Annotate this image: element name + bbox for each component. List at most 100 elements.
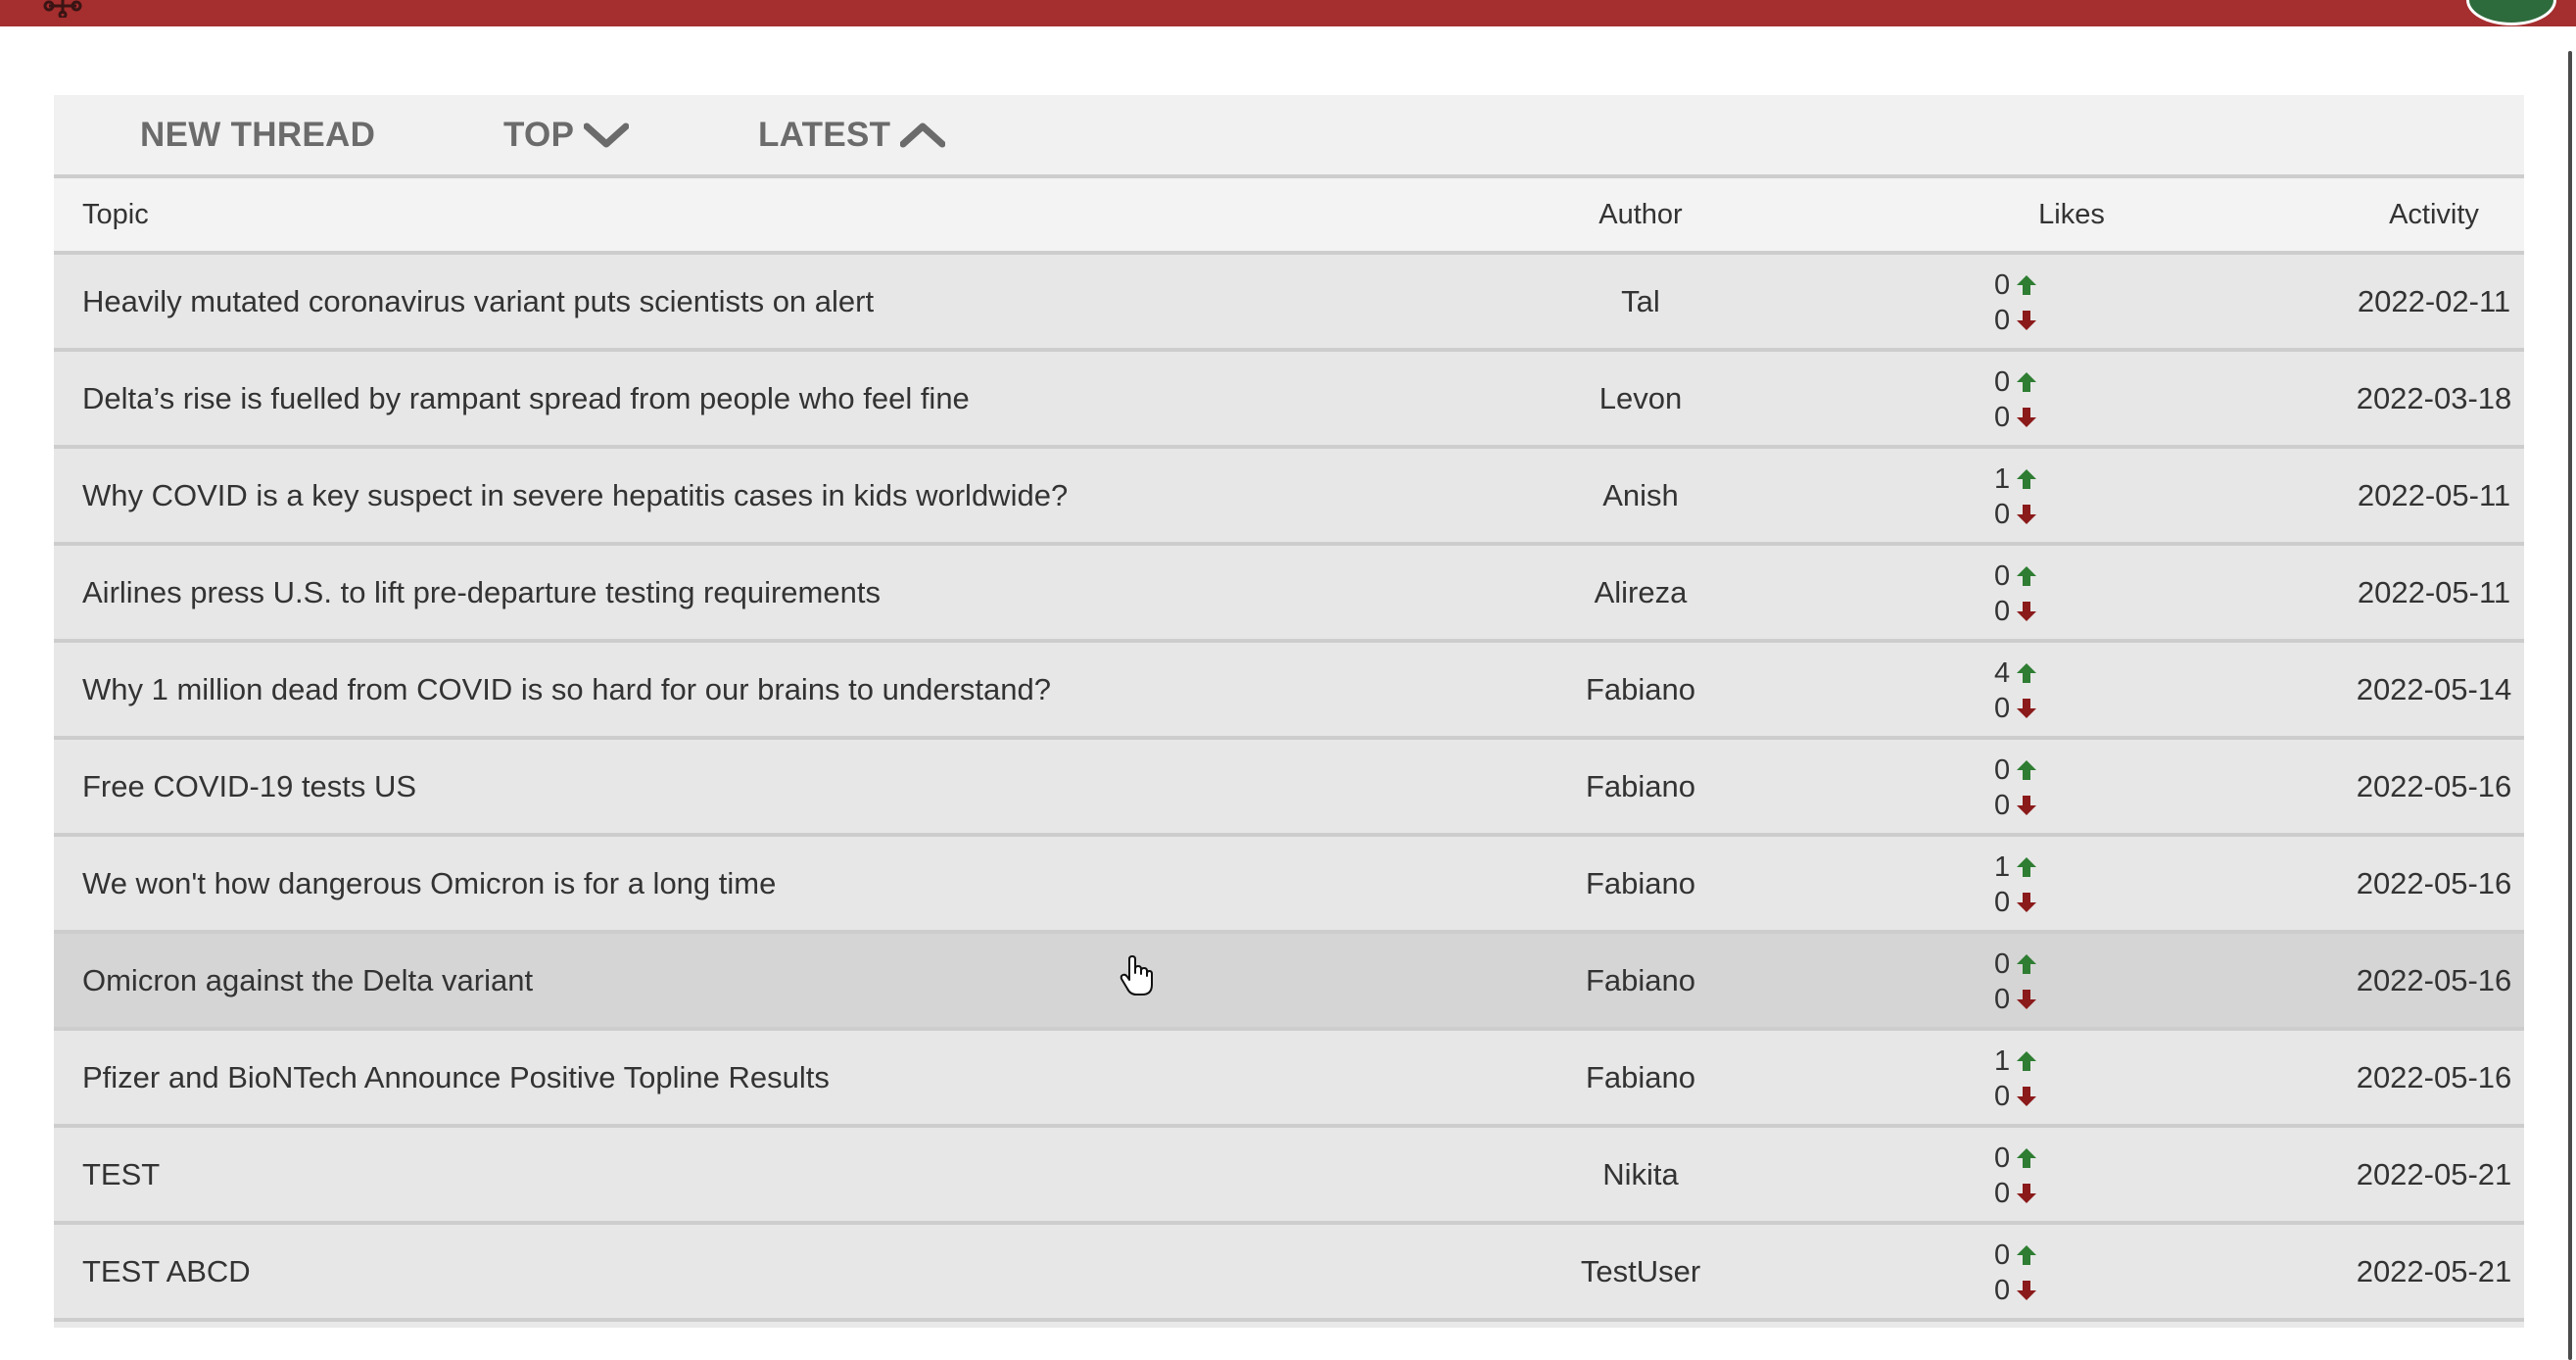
downvote-count: 0	[1994, 887, 2011, 918]
upvote-count: 0	[1994, 754, 2011, 786]
thread-list: Heavily mutated coronavirus variant puts…	[54, 255, 2524, 1322]
likes-votes: 00	[1994, 1141, 2053, 1211]
downvote-arrow-icon[interactable]	[2016, 989, 2037, 1010]
column-header-author[interactable]: Author	[1406, 178, 1876, 251]
downvote-arrow-icon[interactable]	[2016, 1086, 2037, 1107]
column-header-topic[interactable]: Topic	[82, 178, 149, 251]
topic-title[interactable]: Why 1 million dead from COVID is so hard…	[82, 643, 1051, 736]
downvote-count: 0	[1994, 1275, 2011, 1306]
table-row[interactable]: Airlines press U.S. to lift pre-departur…	[54, 546, 2524, 643]
downvote-count: 0	[1994, 693, 2011, 724]
downvote-arrow-icon[interactable]	[2016, 1183, 2037, 1204]
activity-date: 2022-05-11	[2357, 574, 2511, 609]
author-name: Tal	[1621, 283, 1660, 318]
author-name: Alireza	[1594, 574, 1688, 609]
topic-title[interactable]: Delta’s rise is fuelled by rampant sprea…	[82, 352, 970, 445]
latest-sort-label: LATEST	[758, 115, 891, 154]
top-sort-button[interactable]: TOP	[503, 95, 630, 174]
downvote-arrow-icon[interactable]	[2016, 310, 2037, 331]
table-row[interactable]: Pfizer and BioNTech Announce Positive To…	[54, 1031, 2524, 1128]
downvote-arrow-icon[interactable]	[2016, 601, 2037, 622]
activity-date: 2022-05-14	[2356, 671, 2512, 706]
author-name: Nikita	[1602, 1156, 1679, 1191]
downvote-arrow-icon[interactable]	[2016, 698, 2037, 719]
author-name: TestUser	[1580, 1253, 1701, 1288]
table-row[interactable]: Delta’s rise is fuelled by rampant sprea…	[54, 352, 2524, 449]
likes-votes: 00	[1994, 1238, 2053, 1308]
upvote-arrow-icon[interactable]	[2016, 1244, 2037, 1266]
activity-date: 2022-05-21	[2356, 1156, 2512, 1191]
table-row[interactable]: Why 1 million dead from COVID is so hard…	[54, 643, 2524, 740]
topic-title[interactable]: Heavily mutated coronavirus variant puts…	[82, 255, 874, 348]
table-row[interactable]: Why COVID is a key suspect in severe hep…	[54, 449, 2524, 546]
author-name: Anish	[1602, 477, 1679, 512]
likes-votes: 00	[1994, 364, 2053, 435]
activity-date: 2022-05-16	[2356, 1059, 2512, 1094]
table-row[interactable]: Free COVID-19 tests US Fabiano 0 0 2022-05-1…	[54, 740, 2524, 837]
user-avatar[interactable]	[2466, 0, 2556, 25]
topic-title[interactable]: Airlines press U.S. to lift pre-departur…	[82, 546, 881, 639]
upvote-arrow-icon[interactable]	[2016, 1147, 2037, 1169]
author-name: Fabiano	[1585, 671, 1696, 706]
author-name: Fabiano	[1585, 865, 1696, 900]
upvote-count: 0	[1994, 1142, 2011, 1174]
topic-title[interactable]: Omicron against the Delta variant	[82, 934, 533, 1027]
table-header: Topic Author Likes Activity	[54, 174, 2524, 255]
upvote-arrow-icon[interactable]	[2016, 759, 2037, 781]
activity-date: 2022-05-16	[2356, 962, 2512, 997]
activity-date: 2022-03-18	[2356, 380, 2512, 415]
upvote-count: 1	[1994, 463, 2011, 495]
upvote-arrow-icon[interactable]	[2016, 953, 2037, 975]
upvote-arrow-icon[interactable]	[2016, 662, 2037, 684]
downvote-count: 0	[1994, 402, 2011, 433]
upvote-arrow-icon[interactable]	[2016, 856, 2037, 878]
upvote-count: 1	[1994, 851, 2011, 883]
table-row[interactable]: Heavily mutated coronavirus variant puts…	[54, 255, 2524, 352]
downvote-count: 0	[1994, 596, 2011, 627]
upvote-arrow-icon[interactable]	[2016, 371, 2037, 393]
latest-sort-button[interactable]: LATEST	[758, 95, 946, 174]
topic-title[interactable]: Why COVID is a key suspect in severe hep…	[82, 449, 1068, 542]
upvote-arrow-icon[interactable]	[2016, 565, 2037, 587]
upvote-arrow-icon[interactable]	[2016, 468, 2037, 490]
virus-logo-icon[interactable]	[29, 0, 96, 18]
column-header-activity[interactable]: Activity	[2267, 178, 2576, 251]
topic-title[interactable]: We won't how dangerous Omicron is for a …	[82, 837, 776, 930]
downvote-count: 0	[1994, 305, 2011, 336]
downvote-count: 0	[1994, 790, 2011, 821]
top-navbar	[0, 0, 2576, 26]
likes-votes: 00	[1994, 947, 2053, 1017]
upvote-count: 4	[1994, 657, 2011, 689]
downvote-arrow-icon[interactable]	[2016, 795, 2037, 816]
activity-date: 2022-05-11	[2357, 477, 2511, 512]
table-row[interactable]: We won't how dangerous Omicron is for a …	[54, 837, 2524, 934]
likes-votes: 00	[1994, 753, 2053, 823]
new-thread-button[interactable]: NEW THREAD	[140, 95, 375, 174]
forum-thread-panel: NEW THREAD TOP LATEST Topic Author Likes…	[54, 95, 2524, 1328]
likes-votes: 10	[1994, 461, 2053, 532]
activity-date: 2022-02-11	[2357, 283, 2511, 318]
likes-votes: 40	[1994, 656, 2053, 726]
downvote-arrow-icon[interactable]	[2016, 1280, 2037, 1301]
activity-date: 2022-05-16	[2356, 768, 2512, 803]
table-row[interactable]: TEST Nikita 0 0 2022-05-21	[54, 1128, 2524, 1225]
table-row[interactable]: Omicron against the Delta variant Fabiano…	[54, 934, 2524, 1031]
upvote-arrow-icon[interactable]	[2016, 274, 2037, 296]
downvote-count: 0	[1994, 984, 2011, 1015]
author-name: Fabiano	[1585, 768, 1696, 803]
topic-title[interactable]: TEST	[82, 1128, 160, 1221]
activity-date: 2022-05-16	[2356, 865, 2512, 900]
downvote-arrow-icon[interactable]	[2016, 892, 2037, 913]
upvote-count: 0	[1994, 560, 2011, 592]
upvote-count: 0	[1994, 269, 2011, 301]
topic-title[interactable]: Free COVID-19 tests US	[82, 740, 416, 833]
downvote-arrow-icon[interactable]	[2016, 504, 2037, 525]
downvote-count: 0	[1994, 1081, 2011, 1112]
upvote-arrow-icon[interactable]	[2016, 1050, 2037, 1072]
downvote-arrow-icon[interactable]	[2016, 407, 2037, 428]
topic-title[interactable]: TEST ABCD	[82, 1225, 251, 1318]
column-header-likes[interactable]: Likes	[1876, 178, 2267, 251]
topic-title[interactable]: Pfizer and BioNTech Announce Positive To…	[82, 1031, 830, 1124]
table-row[interactable]: TEST ABCD TestUser 0 0 2022-05-21	[54, 1225, 2524, 1322]
downvote-count: 0	[1994, 499, 2011, 530]
